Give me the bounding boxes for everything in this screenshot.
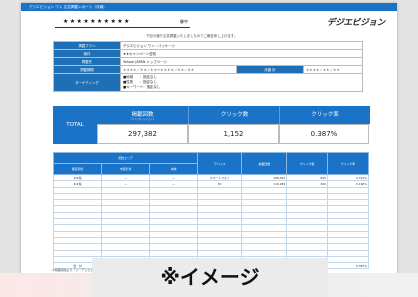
impressions-header: 掲載回数 （インプレッション）: [97, 106, 188, 124]
brand-logo: デジエビジョン: [326, 18, 385, 28]
clicks-col-header: クリック数: [286, 152, 328, 175]
targeting-values: ■地域 ：指定なし ■性別 ：指定なし ■キーワード：指定なし: [120, 73, 363, 92]
info-row: 掲載先 Yahoo! JAPAN トップページ: [53, 57, 363, 66]
targeting-row: ターゲティング ■地域 ：指定なし ■性別 ：指定なし ■キーワード：指定なし: [53, 73, 363, 92]
ctr-col-header: クリック率: [326, 152, 370, 175]
city-header: 市区町村: [101, 163, 151, 175]
area-group-header: 配信エリア: [52, 152, 199, 164]
info-value: ★★キャンペーン告知: [120, 49, 363, 58]
detail-table: 配信エリア デバイス 掲載回数 クリック数 クリック率 都道府県 市区町村 地域…: [52, 152, 370, 270]
impressions-sublabel: （インプレッション）: [129, 118, 156, 121]
ctr-header: クリック率: [279, 106, 370, 124]
info-label: 掲載期間: [53, 65, 121, 74]
client-honorific: 御中: [180, 19, 188, 24]
info-label: 掲載プラン: [53, 41, 121, 50]
targeting-line: ■キーワード：指定なし: [123, 85, 161, 89]
report-sheet: デジエビジョン ワン 広告掲載レポート（月報） ★★★★★★★★★★ 御中 デジ…: [21, 3, 397, 275]
info-value: デジエビジョン ワン・パッケージ: [120, 41, 363, 50]
clicks-header: クリック数: [188, 106, 280, 124]
targeting-label: ターゲティング: [53, 73, 121, 92]
report-header-bar: デジエビジョン ワン 広告掲載レポート（月報）: [21, 3, 397, 11]
client-name: ★★★★★★★★★★: [63, 18, 131, 25]
report-notice: 下記の通り広告掲載いたしましたのでご報告申し上げます。: [146, 34, 238, 38]
detail-header-row: 配信エリア デバイス 掲載回数 クリック数 クリック率: [52, 152, 370, 175]
clicks-value: 1,152: [188, 124, 279, 144]
info-label: 掲載先: [53, 57, 121, 66]
area-header: 地域: [149, 163, 199, 175]
table-cell: 0.387%: [326, 262, 370, 270]
impressions-value: 297,382: [97, 124, 188, 144]
ctr-value: 0.387%: [279, 124, 369, 144]
info-row: 掲載プラン デジエビジョン ワン・パッケージ: [53, 41, 363, 50]
info-extra-value: ＊＊＊＊／＊＊／＊＊: [302, 65, 364, 74]
info-value: ＊＊＊＊／＊＊／＊＊〜＊＊＊＊／＊＊／＊＊: [120, 65, 237, 74]
device-header: デバイス: [197, 152, 243, 175]
info-row: 掲載期間 ＊＊＊＊／＊＊／＊＊〜＊＊＊＊／＊＊／＊＊ 月額 計 ＊＊＊＊／＊＊／…: [53, 65, 364, 74]
info-row: 案件 ★★キャンペーン告知: [53, 49, 363, 58]
image-caption: ※イメージ: [160, 265, 260, 289]
info-value: Yahoo! JAPAN トップページ: [120, 57, 363, 66]
info-label: 案件: [53, 49, 121, 58]
image-caption-overlay: ※イメージ: [92, 258, 328, 297]
total-summary: TOTAL 掲載回数 （インプレッション） クリック数 クリック率 297,38…: [53, 106, 370, 144]
total-label: TOTAL: [53, 106, 97, 144]
info-extra-label: 月額 計: [235, 65, 304, 74]
detail-body: ★★県 — — スマートフォン 188,093 843 0.312% ★★県 — — PC 110,2…: [52, 173, 370, 270]
campaign-info-table: 掲載プラン デジエビジョン ワン・パッケージ 案件 ★★キャンペーン告知 掲載先…: [53, 41, 364, 92]
client-name-line: ★★★★★★★★★★ 御中: [55, 17, 190, 28]
impressions-col-header: 掲載回数: [241, 152, 288, 175]
prefecture-header: 都道府県: [52, 163, 103, 175]
